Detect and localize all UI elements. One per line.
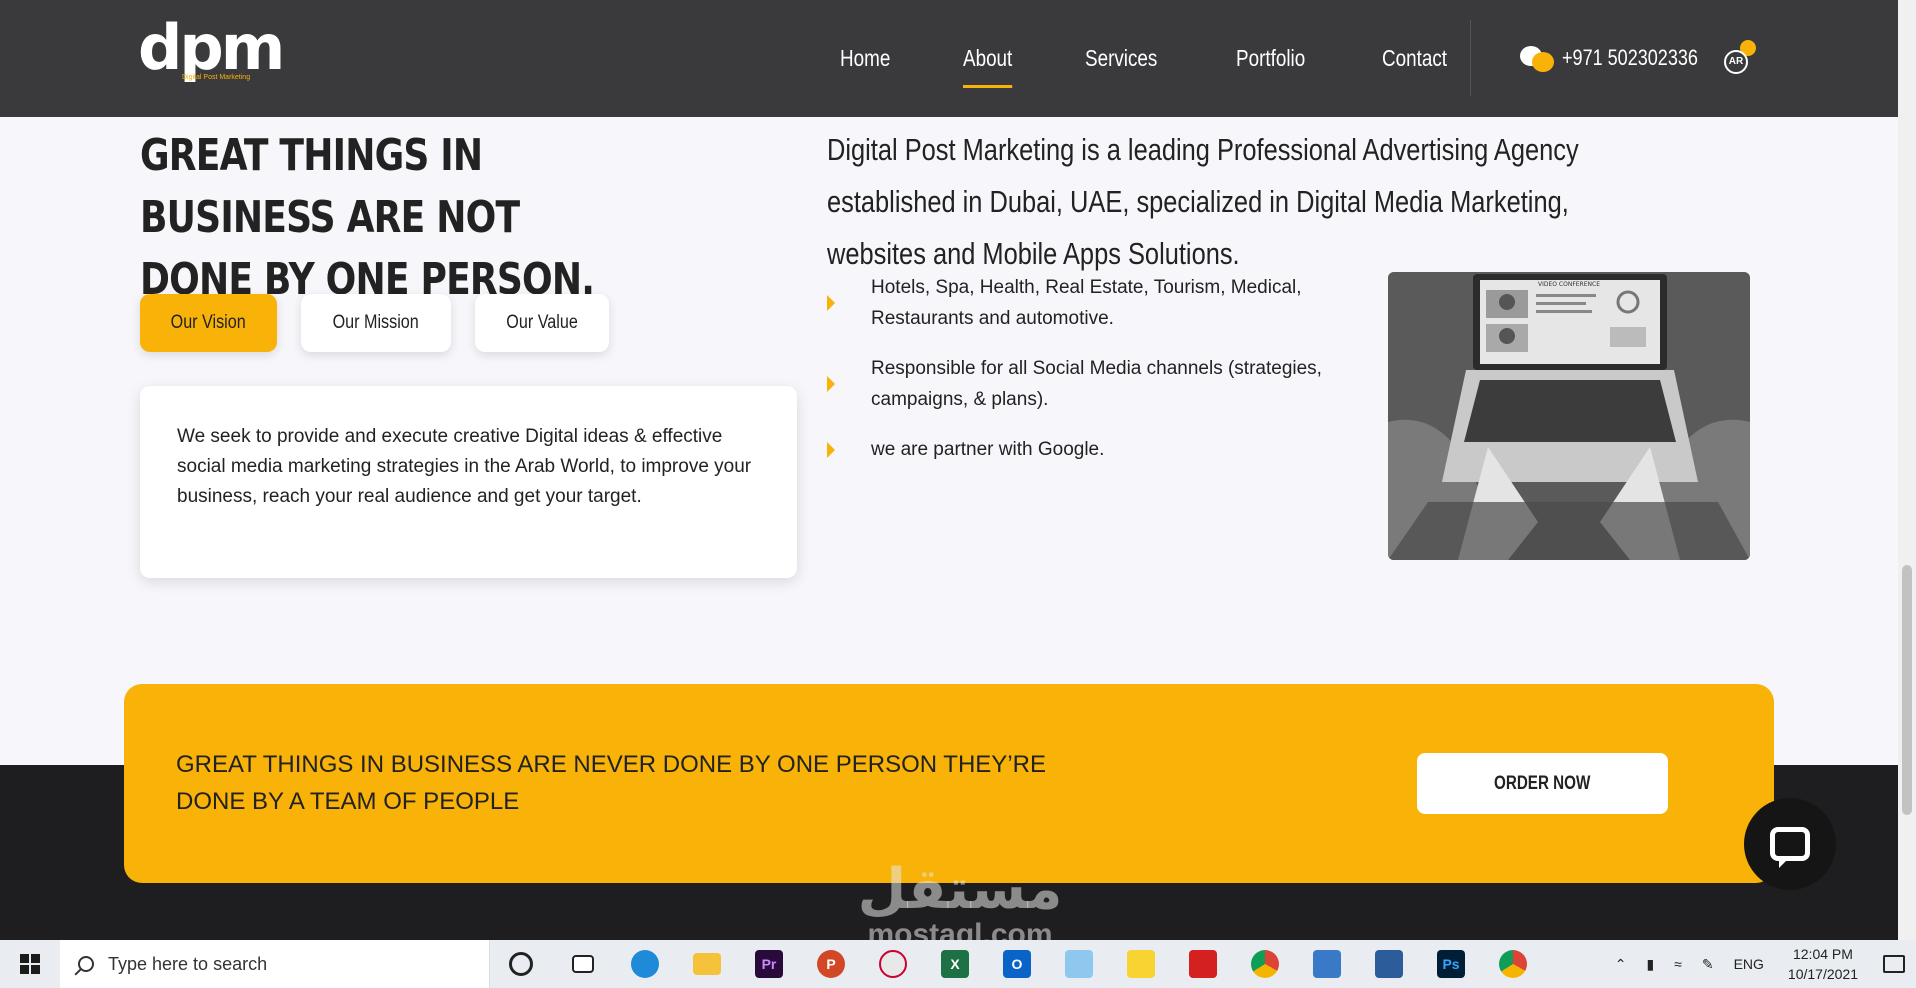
navbar: dpm Digital Post Marketing Home About Se… xyxy=(0,0,1898,117)
windows-logo-icon xyxy=(20,954,40,974)
task-view-icon[interactable] xyxy=(552,940,614,988)
scrollbar-thumb[interactable] xyxy=(1902,565,1912,815)
taskbar-search[interactable]: Type here to search xyxy=(60,940,490,988)
clock-time: 12:04 PM xyxy=(1792,946,1853,962)
cortana-icon[interactable] xyxy=(490,940,552,988)
laptop-photo: VIDEO CONFERENCE xyxy=(1388,272,1750,560)
windows-taskbar: Type here to search Pr P X O Ps ⌃ ▮ ≈ ✎ … xyxy=(0,940,1916,988)
logo-tagline: Digital Post Marketing xyxy=(182,74,251,81)
nav-contact[interactable]: Contact xyxy=(1382,45,1447,72)
chat-widget-button[interactable] xyxy=(1744,798,1836,890)
chrome-icon-2[interactable] xyxy=(1482,940,1544,988)
about-tabs: Our Vision Our Mission Our Value xyxy=(140,294,633,352)
premiere-icon[interactable]: Pr xyxy=(738,940,800,988)
network-icon[interactable] xyxy=(1296,940,1358,988)
feature-text: Hotels, Spa, Health, Real Estate, Touris… xyxy=(871,277,1302,329)
language-switch[interactable]: AR xyxy=(1722,40,1758,76)
outlook-icon[interactable]: O xyxy=(986,940,1048,988)
order-now-button[interactable]: ORDER NOW xyxy=(1417,753,1668,814)
nav-portfolio[interactable]: Portfolio xyxy=(1236,45,1305,72)
chrome-icon[interactable] xyxy=(1234,940,1296,988)
globe-icon: AR xyxy=(1724,50,1748,74)
feature-text: Responsible for all Social Media channel… xyxy=(871,358,1322,410)
nav-services[interactable]: Services xyxy=(1085,45,1157,72)
vision-text: We seek to provide and execute creative … xyxy=(177,426,752,507)
input-language[interactable]: ENG xyxy=(1724,940,1774,988)
search-icon xyxy=(78,956,94,972)
feature-text: we are partner with Google. xyxy=(871,439,1105,460)
phone-contact[interactable]: +971 502302336 xyxy=(1520,42,1728,74)
cta-banner: GREAT THINGS IN BUSINESS ARE NEVER DONE … xyxy=(124,684,1774,883)
watermark-arabic: مستقل xyxy=(857,857,1063,922)
tab-content-card: We seek to provide and execute creative … xyxy=(140,386,797,578)
tab-our-vision[interactable]: Our Vision xyxy=(140,294,277,352)
phone-number: +971 502302336 xyxy=(1562,45,1698,70)
battery-icon[interactable]: ▮ xyxy=(1636,940,1664,988)
arrow-right-icon xyxy=(827,442,835,458)
search-placeholder: Type here to search xyxy=(108,953,268,974)
tab-label: Our Mission xyxy=(332,312,420,333)
taskbar-clock[interactable]: 12:04 PM 10/17/2021 xyxy=(1774,944,1872,984)
logo[interactable]: dpm Digital Post Marketing xyxy=(138,8,285,104)
chevron-up-icon[interactable]: ⌃ xyxy=(1605,940,1637,988)
arrow-right-icon xyxy=(827,376,835,392)
wifi-icon[interactable]: ≈ xyxy=(1664,940,1692,988)
cta-text: GREAT THINGS IN BUSINESS ARE NEVER DONE … xyxy=(176,751,1046,815)
nav-about[interactable]: About xyxy=(963,45,1013,88)
sticky-notes-icon[interactable] xyxy=(1110,940,1172,988)
nav-home[interactable]: Home xyxy=(840,45,890,72)
tab-our-value[interactable]: Our Value xyxy=(475,294,609,352)
edge-icon[interactable] xyxy=(614,940,676,988)
about-headline: GREAT THINGS IN BUSINESS ARE NOT DONE BY… xyxy=(140,130,595,305)
chat-bubbles-icon xyxy=(1520,42,1556,74)
tab-our-mission[interactable]: Our Mission xyxy=(301,294,451,352)
notepad-icon[interactable] xyxy=(1048,940,1110,988)
acrobat-icon[interactable] xyxy=(1172,940,1234,988)
app-icon[interactable] xyxy=(1358,940,1420,988)
arrow-right-icon xyxy=(827,295,835,311)
order-now-label: ORDER NOW xyxy=(1494,772,1591,794)
feature-list: Hotels, Spa, Health, Real Estate, Touris… xyxy=(827,272,1347,484)
start-button[interactable] xyxy=(0,940,60,988)
tab-label: Our Vision xyxy=(170,312,247,333)
system-tray: ⌃ ▮ ≈ ✎ ENG 12:04 PM 10/17/2021 xyxy=(1605,940,1916,988)
paint-icon[interactable] xyxy=(862,940,924,988)
pen-icon[interactable]: ✎ xyxy=(1692,940,1724,988)
clock-date: 10/17/2021 xyxy=(1787,966,1858,982)
excel-icon[interactable]: X xyxy=(924,940,986,988)
about-intro: Digital Post Marketing is a leading Prof… xyxy=(827,132,1579,271)
page-scrollbar[interactable] xyxy=(1898,0,1916,940)
watermark: مستقل mostaql.com xyxy=(840,860,1080,950)
feature-item: Hotels, Spa, Health, Real Estate, Touris… xyxy=(827,272,1347,334)
tab-label: Our Value xyxy=(506,312,578,333)
main-nav: Home About Services Portfolio Contact xyxy=(840,0,1523,117)
feature-item: we are partner with Google. xyxy=(827,434,1347,465)
nav-divider xyxy=(1470,20,1471,96)
feature-item: Responsible for all Social Media channel… xyxy=(827,353,1347,415)
file-explorer-icon[interactable] xyxy=(676,940,738,988)
notifications-icon[interactable] xyxy=(1872,940,1916,988)
laptop-illustration: VIDEO CONFERENCE xyxy=(1388,272,1750,560)
screen-title: VIDEO CONFERENCE xyxy=(1538,281,1600,288)
chat-icon xyxy=(1770,827,1810,868)
photoshop-icon[interactable]: Ps xyxy=(1420,940,1482,988)
powerpoint-icon[interactable]: P xyxy=(800,940,862,988)
